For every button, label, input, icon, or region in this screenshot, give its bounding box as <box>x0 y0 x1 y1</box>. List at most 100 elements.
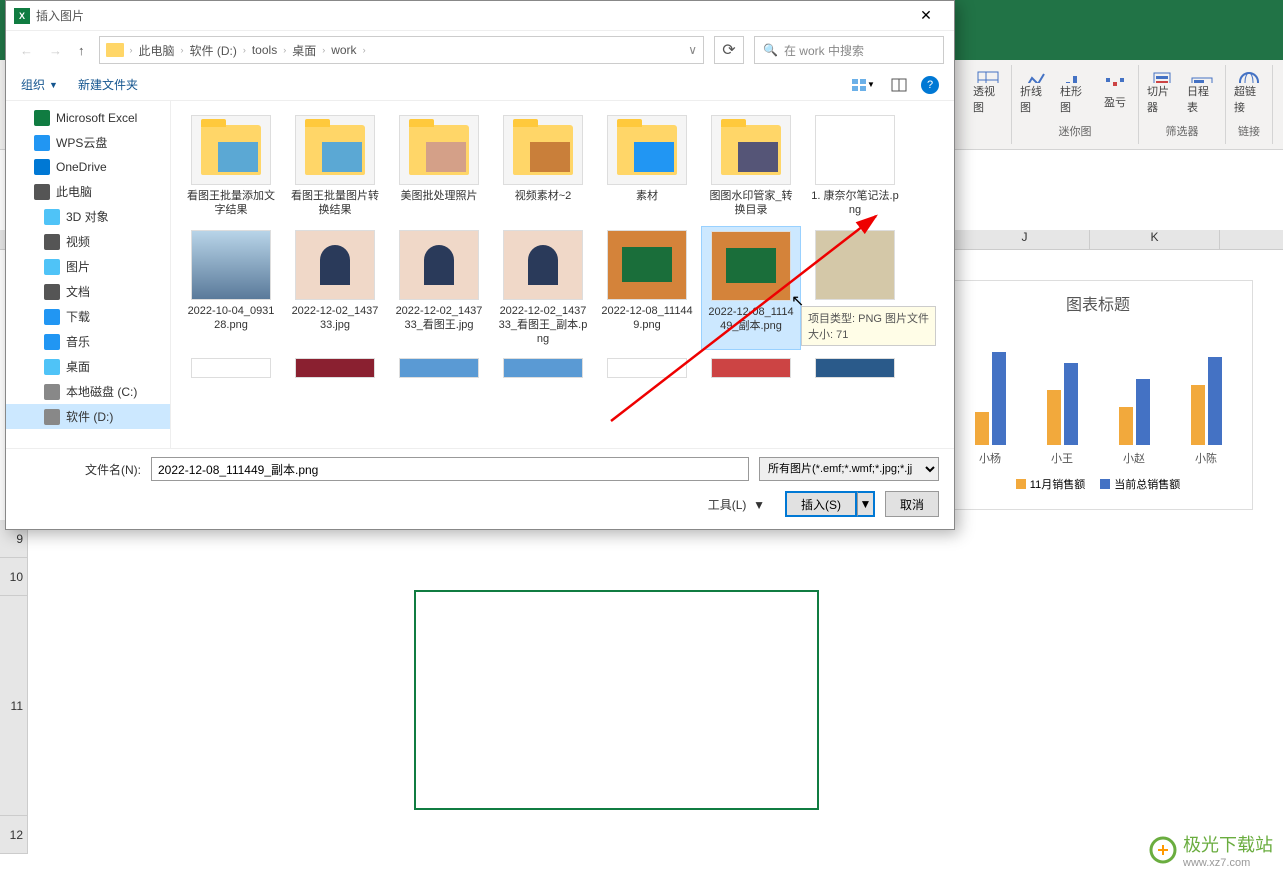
file-thumbnail <box>191 358 271 378</box>
file-name: 看图王批量添加文字结果 <box>185 189 277 218</box>
file-item[interactable] <box>493 354 593 386</box>
help-icon[interactable]: ? <box>921 76 939 94</box>
file-item[interactable] <box>285 354 385 386</box>
file-thumbnail <box>399 230 479 300</box>
file-item[interactable]: 图图水印管家_转换目录 <box>701 111 801 222</box>
file-thumbnail <box>503 115 583 185</box>
file-thumbnail <box>815 358 895 378</box>
nav-arrows: ← → ↑ <box>16 39 89 62</box>
file-name: 视频素材~2 <box>515 189 572 203</box>
row-header[interactable]: 11 <box>0 596 28 816</box>
search-input[interactable]: 🔍 在 work 中搜索 <box>754 36 944 64</box>
file-name: 素材 <box>636 189 658 203</box>
filename-input[interactable] <box>151 457 749 481</box>
insert-picture-dialog: X 插入图片 ✕ ← → ↑ › 此电脑› 软件 (D:)› tools› 桌面… <box>5 0 955 530</box>
file-item[interactable]: 2022-12-08_111449_副本.png <box>701 226 801 351</box>
file-item[interactable]: 美图批处理照片 <box>389 111 489 222</box>
file-thumbnail <box>711 231 791 301</box>
close-button[interactable]: ✕ <box>906 2 946 30</box>
file-grid[interactable]: ↖ 项目类型: PNG 图片文件 大小: 71 看图王批量添加文字结果看图王批量… <box>171 101 954 448</box>
breadcrumb[interactable]: › 此电脑› 软件 (D:)› tools› 桌面› work› ∨ <box>99 36 705 64</box>
view-mode-button[interactable]: ▼ <box>849 74 877 96</box>
file-thumbnail <box>711 115 791 185</box>
file-item[interactable]: 看图王批量添加文字结果 <box>181 111 281 222</box>
file-item[interactable]: 2022-10-04_093128.png <box>181 226 281 351</box>
col-header[interactable]: K <box>1090 230 1220 249</box>
file-item[interactable] <box>389 354 489 386</box>
cancel-button[interactable]: 取消 <box>885 491 939 517</box>
wps-icon <box>34 135 50 151</box>
file-item[interactable] <box>181 354 281 386</box>
file-item[interactable]: 2022-12-02_143733_看图王.jpg <box>389 226 489 351</box>
file-thumbnail <box>815 115 895 185</box>
file-item[interactable]: 视频素材~2 <box>493 111 593 222</box>
file-item[interactable]: 2022-12-08_111449.png <box>597 226 697 351</box>
3d-icon <box>44 209 60 225</box>
file-item[interactable]: 素材 <box>597 111 697 222</box>
file-thumbnail <box>295 230 375 300</box>
file-thumbnail <box>503 358 583 378</box>
insert-button[interactable]: 插入(S) <box>785 491 857 517</box>
file-item[interactable] <box>597 354 697 386</box>
file-thumbnail <box>295 115 375 185</box>
sidebar-item[interactable]: OneDrive <box>6 155 170 179</box>
new-folder-button[interactable]: 新建文件夹 <box>78 76 138 93</box>
file-item[interactable] <box>805 354 905 386</box>
sidebar-item[interactable]: 此电脑 <box>6 179 170 204</box>
sparkline-column-button[interactable]: 柱形图 <box>1060 70 1090 115</box>
pc-icon <box>34 184 50 200</box>
tools-dropdown[interactable]: 工具(L) ▼ <box>708 496 765 513</box>
file-item[interactable]: 2022-12-02_143733_看图王_副本.png <box>493 226 593 351</box>
ribbon-group-label: 链接 <box>1238 123 1260 139</box>
sidebar-item[interactable]: 下载 <box>6 304 170 329</box>
file-thumbnail <box>295 358 375 378</box>
hyperlink-button[interactable]: 超链接 <box>1234 70 1264 115</box>
sidebar-item[interactable]: 图片 <box>6 254 170 279</box>
file-item[interactable]: 看图王批量图片转换结果 <box>285 111 385 222</box>
sidebar-item[interactable]: 本地磁盘 (C:) <box>6 379 170 404</box>
forward-button[interactable]: → <box>45 39 66 62</box>
timeline-button[interactable]: 日程表 <box>1187 70 1217 115</box>
file-name: 2022-12-02_143733_看图王.jpg <box>393 304 485 333</box>
pivot-button[interactable]: 透视图 <box>973 70 1003 115</box>
sparkline-line-button[interactable]: 折线图 <box>1020 70 1050 115</box>
sidebar-item[interactable]: 音乐 <box>6 329 170 354</box>
row-header[interactable]: 10 <box>0 558 28 596</box>
back-button[interactable]: ← <box>16 39 37 62</box>
sidebar-item[interactable]: 视频 <box>6 229 170 254</box>
file-item[interactable]: 1. 康奈尔笔记法.png <box>805 111 905 222</box>
file-name: 2022-12-08_111449.png <box>601 304 693 333</box>
video-icon <box>44 234 60 250</box>
sidebar-item[interactable]: Microsoft Excel <box>6 106 170 130</box>
refresh-button[interactable]: ⟳ <box>714 36 744 64</box>
file-thumbnail <box>607 115 687 185</box>
slicer-button[interactable]: 切片器 <box>1147 70 1177 115</box>
file-item[interactable]: 2022-12-02_143733.jpg <box>285 226 385 351</box>
row-header[interactable]: 12 <box>0 816 28 854</box>
selected-cell[interactable] <box>414 590 819 810</box>
sidebar-item[interactable]: WPS云盘 <box>6 130 170 155</box>
sidebar-item[interactable]: 桌面 <box>6 354 170 379</box>
up-button[interactable]: ↑ <box>74 39 89 62</box>
file-thumbnail <box>711 358 791 378</box>
col-header[interactable]: J <box>960 230 1090 249</box>
sidebar-item[interactable]: 文档 <box>6 279 170 304</box>
search-icon: 🔍 <box>763 43 778 57</box>
chart[interactable]: 图表标题 小杨小王小赵小陈 11月销售额当前总销售额 <box>943 280 1253 510</box>
sidebar-item[interactable]: 软件 (D:) <box>6 404 170 429</box>
insert-dropdown[interactable]: ▼ <box>857 491 875 517</box>
sidebar-item[interactable]: 3D 对象 <box>6 204 170 229</box>
file-item[interactable] <box>701 354 801 386</box>
ribbon-group-label: 迷你图 <box>1059 123 1092 139</box>
organize-button[interactable]: 组织 ▼ <box>21 76 58 93</box>
file-thumbnail <box>399 358 479 378</box>
file-filter-select[interactable]: 所有图片(*.emf;*.wmf;*.jpg;*.jj <box>759 457 939 481</box>
file-thumbnail <box>815 230 895 300</box>
preview-button[interactable] <box>885 74 913 96</box>
file-name: 1. 康奈尔笔记法.png <box>809 189 901 218</box>
folder-icon <box>106 43 124 57</box>
tooltip: 项目类型: PNG 图片文件 大小: 71 <box>801 306 936 346</box>
sparkline-winloss-button[interactable]: 盈亏 <box>1100 70 1130 115</box>
file-thumbnail <box>399 115 479 185</box>
file-thumbnail <box>503 230 583 300</box>
